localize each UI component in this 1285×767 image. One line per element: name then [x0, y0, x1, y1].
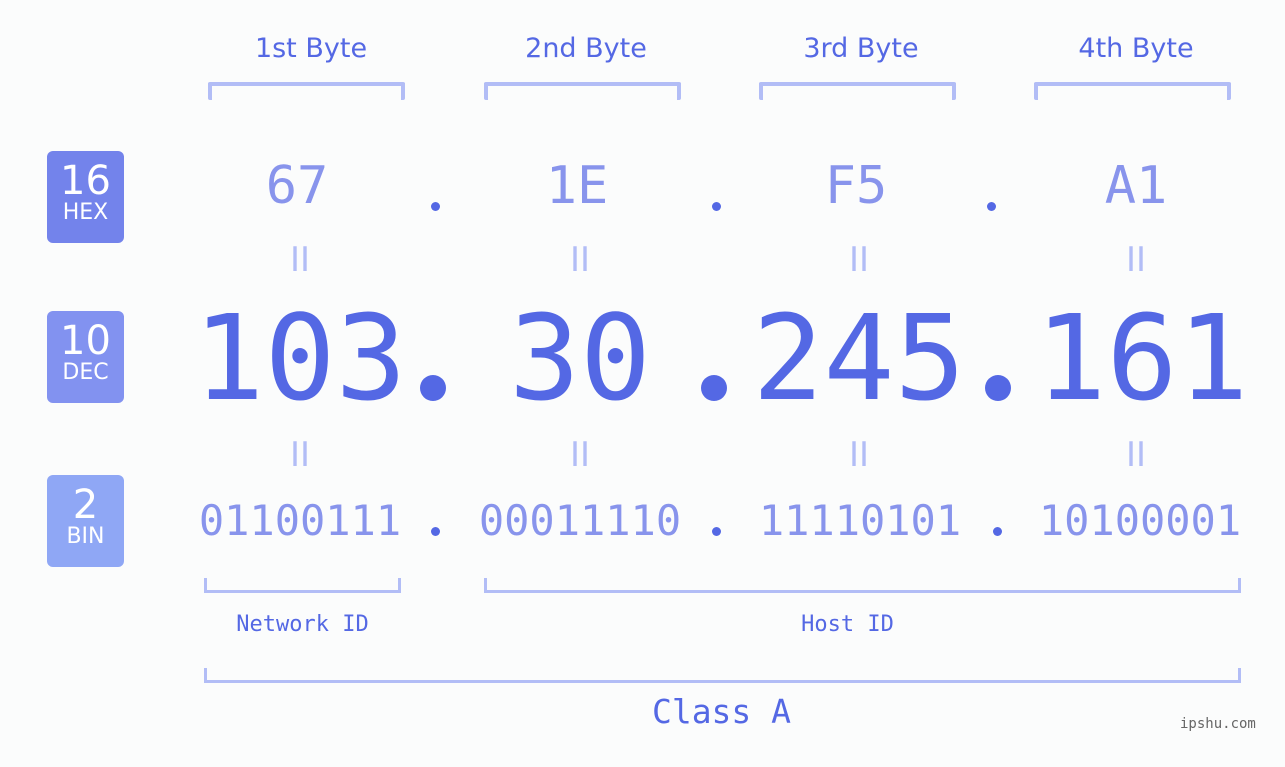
hex-badge-base: 16: [60, 158, 111, 204]
hex-separator-dot: [987, 202, 996, 211]
hex-badge: 16 HEX: [47, 151, 124, 243]
equals-icon: II: [289, 435, 311, 475]
bin-value-3: 11110101: [758, 496, 962, 545]
bin-badge-base: 2: [72, 482, 99, 528]
bin-separator-dot: [712, 527, 721, 536]
hex-value-4: A1: [1104, 156, 1168, 216]
network-id-bracket: [204, 578, 401, 593]
hex-badge-label: HEX: [62, 200, 109, 225]
byte-bracket-1: [208, 82, 405, 100]
class-bracket: [204, 668, 1241, 683]
dec-separator-dot: [985, 375, 1011, 401]
hex-separator-dot: [431, 202, 440, 211]
hex-separator-dot: [712, 202, 721, 211]
equals-icon: II: [289, 240, 311, 280]
dec-separator-dot: [701, 375, 727, 401]
byte-header-2: 2nd Byte: [525, 33, 647, 64]
dec-badge: 10 DEC: [47, 311, 124, 403]
dec-value-3: 245: [752, 289, 966, 427]
equals-icon: II: [569, 435, 591, 475]
bin-value-2: 00011110: [478, 496, 682, 545]
equals-icon: II: [1125, 240, 1147, 280]
equals-icon: II: [1125, 435, 1147, 475]
host-id-label: Host ID: [801, 612, 894, 637]
class-label: Class A: [651, 692, 792, 731]
byte-bracket-4: [1034, 82, 1231, 100]
dec-value-4: 161: [1035, 289, 1249, 427]
bin-value-1: 01100111: [198, 496, 402, 545]
equals-icon: II: [848, 240, 870, 280]
bin-badge: 2 BIN: [47, 475, 124, 567]
dec-separator-dot: [420, 375, 446, 401]
equals-icon: II: [569, 240, 591, 280]
equals-icon: II: [848, 435, 870, 475]
dec-value-1: 103: [193, 289, 407, 427]
hex-value-1: 67: [265, 156, 329, 216]
hex-value-2: 1E: [545, 156, 609, 216]
hex-value-3: F5: [824, 156, 888, 216]
byte-bracket-2: [484, 82, 681, 100]
bin-value-4: 10100001: [1038, 496, 1242, 545]
byte-header-4: 4th Byte: [1078, 33, 1194, 64]
dec-badge-base: 10: [60, 318, 111, 364]
host-id-bracket: [484, 578, 1241, 593]
watermark: ipshu.com: [1180, 716, 1256, 732]
bin-separator-dot: [993, 527, 1002, 536]
dec-badge-label: DEC: [62, 360, 109, 385]
byte-header-3: 3rd Byte: [803, 33, 919, 64]
dec-value-2: 30: [508, 289, 652, 427]
byte-bracket-3: [759, 82, 956, 100]
bin-separator-dot: [431, 527, 440, 536]
bin-badge-label: BIN: [66, 524, 105, 549]
byte-header-1: 1st Byte: [254, 33, 368, 64]
network-id-label: Network ID: [236, 612, 369, 637]
